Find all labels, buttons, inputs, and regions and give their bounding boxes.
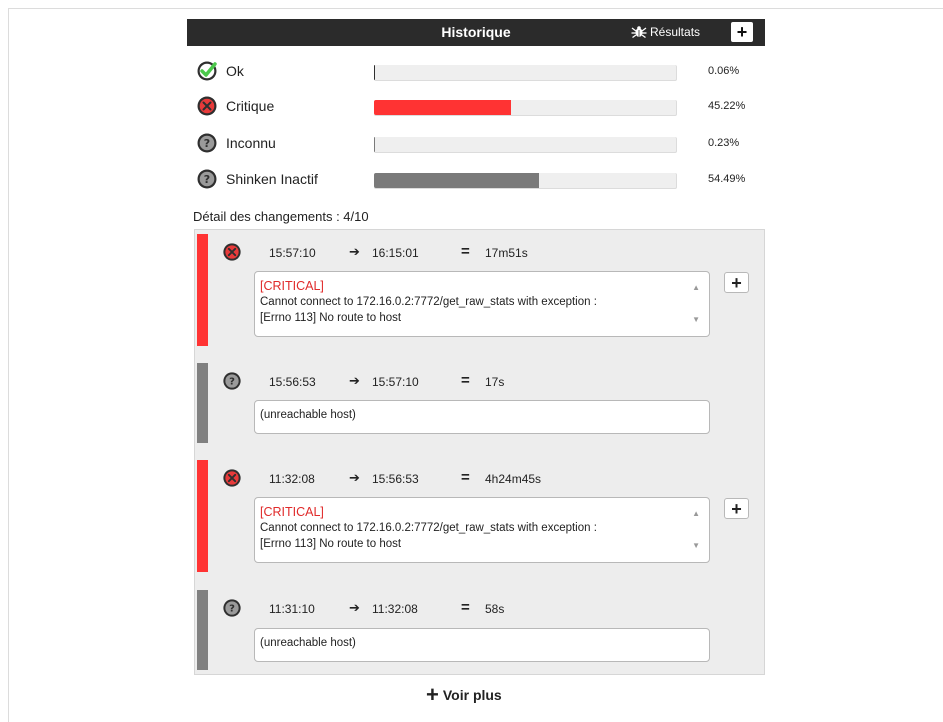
equals-sign: =	[461, 372, 470, 389]
end-time: 11:32:08	[372, 602, 418, 616]
bug-icon	[631, 26, 647, 38]
critical-icon	[197, 96, 217, 116]
status-percent: 45.22%	[708, 100, 746, 112]
arrow-icon: ➔	[349, 470, 360, 485]
status-bar	[374, 173, 677, 189]
duration: 17m51s	[485, 246, 528, 260]
output-box[interactable]: (unreachable host)	[254, 400, 710, 434]
start-time: 11:32:08	[269, 472, 315, 486]
list-item: 11:32:08 ➔ 15:56:53 = 4h24m45s [CRITICAL…	[195, 460, 766, 578]
list-item: ? 11:31:10 ➔ 11:32:08 = 58s (unreachable…	[195, 590, 766, 672]
status-bar	[374, 100, 677, 116]
changes-list: 15:57:10 ➔ 16:15:01 = 17m51s [CRITICAL] …	[194, 229, 765, 675]
end-time: 15:57:10	[372, 375, 419, 389]
equals-sign: =	[461, 469, 470, 486]
output-line: [Errno 113] No route to host	[260, 538, 402, 550]
status-row-ok: Ok 0.06%	[196, 60, 776, 82]
output-title: [CRITICAL]	[260, 505, 324, 519]
unknown-icon: ?	[197, 133, 217, 153]
start-time: 15:57:10	[269, 246, 316, 260]
status-percent: 0.06%	[708, 65, 740, 77]
list-item: 15:57:10 ➔ 16:15:01 = 17m51s [CRITICAL] …	[195, 234, 766, 352]
output-title: [CRITICAL]	[260, 279, 324, 293]
arrow-icon: ➔	[349, 600, 360, 615]
status-label: Inconnu	[226, 135, 276, 151]
arrow-icon: ➔	[349, 244, 360, 259]
unknown-icon: ?	[223, 599, 241, 617]
output-text: (unreachable host)	[260, 637, 356, 649]
results-label: Résultats	[650, 25, 701, 39]
output-line: [Errno 113] No route to host	[260, 312, 402, 324]
status-bar	[374, 65, 677, 81]
status-percent: 54.49%	[708, 173, 746, 185]
scroll-up-icon[interactable]: ▲	[692, 280, 700, 296]
scroll-down-icon[interactable]: ▼	[692, 312, 700, 328]
output-box[interactable]: (unreachable host)	[254, 628, 710, 662]
status-color-bar	[197, 590, 208, 670]
status-row-inactive: ? Shinken Inactif 54.49%	[196, 168, 776, 190]
inactive-icon: ?	[197, 169, 217, 189]
add-button[interactable]: +	[731, 22, 753, 42]
status-row-unknown: ? Inconnu 0.23%	[196, 132, 776, 154]
check-icon	[197, 61, 217, 81]
svg-text:?: ?	[229, 604, 235, 615]
start-time: 11:31:10	[269, 602, 315, 616]
status-label: Shinken Inactif	[226, 171, 318, 187]
end-time: 15:56:53	[372, 472, 419, 486]
output-box[interactable]: [CRITICAL] Cannot connect to 172.16.0.2:…	[254, 497, 710, 563]
history-header: Historique Résultats +	[187, 19, 765, 46]
end-time: 16:15:01	[372, 246, 419, 260]
status-bar-fill	[374, 173, 539, 188]
expand-button[interactable]: +	[724, 498, 749, 519]
list-item: ? 15:56:53 ➔ 15:57:10 = 17s (unreachable…	[195, 363, 766, 445]
equals-sign: =	[461, 599, 470, 616]
changes-title: Détail des changements : 4/10	[193, 209, 369, 224]
output-text: (unreachable host)	[260, 409, 356, 421]
output-box[interactable]: [CRITICAL] Cannot connect to 172.16.0.2:…	[254, 271, 710, 337]
critical-icon	[223, 469, 241, 487]
status-label: Ok	[226, 63, 244, 79]
svg-text:?: ?	[204, 173, 210, 186]
arrow-icon: ➔	[349, 373, 360, 388]
unknown-icon: ?	[223, 372, 241, 390]
svg-text:?: ?	[204, 137, 210, 150]
scroll-down-icon[interactable]: ▼	[692, 538, 700, 554]
equals-sign: =	[461, 243, 470, 260]
duration: 17s	[485, 375, 505, 389]
status-label: Critique	[226, 98, 275, 114]
scroll-up-icon[interactable]: ▲	[692, 506, 700, 522]
status-percent: 0.23%	[708, 137, 740, 149]
show-more-button[interactable]: + Voir plus	[426, 682, 502, 707]
results-button[interactable]: Résultats	[631, 25, 700, 39]
status-bar	[374, 137, 677, 153]
plus-icon: +	[426, 682, 439, 707]
output-line: Cannot connect to 172.16.0.2:7772/get_ra…	[260, 522, 597, 534]
start-time: 15:56:53	[269, 375, 316, 389]
duration: 4h24m45s	[485, 472, 542, 486]
status-row-critical: Critique 45.22%	[196, 95, 776, 117]
svg-text:?: ?	[229, 377, 235, 388]
status-color-bar	[197, 363, 208, 443]
status-color-bar	[197, 460, 208, 572]
status-color-bar	[197, 234, 208, 346]
duration: 58s	[485, 602, 505, 616]
status-bar-fill	[374, 65, 375, 80]
expand-button[interactable]: +	[724, 272, 749, 293]
output-line: Cannot connect to 172.16.0.2:7772/get_ra…	[260, 296, 597, 308]
critical-icon	[223, 243, 241, 261]
show-more-label: Voir plus	[442, 687, 502, 703]
status-bar-fill	[374, 100, 511, 115]
status-bar-fill	[374, 137, 375, 152]
